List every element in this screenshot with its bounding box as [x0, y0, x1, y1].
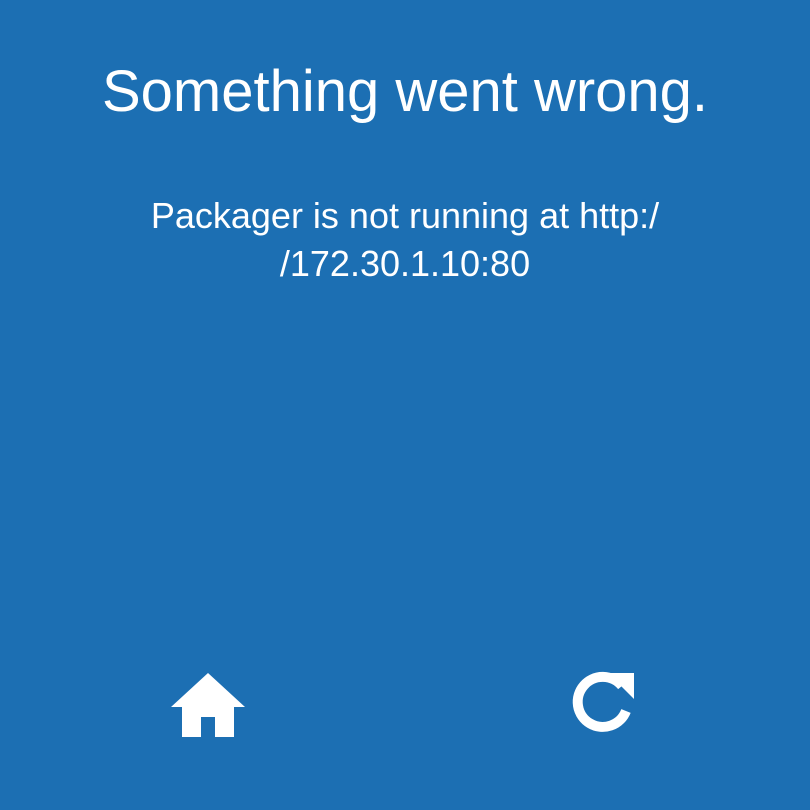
error-message-line-2: /172.30.1.10:80 — [279, 243, 531, 284]
error-message: Packager is not running at http:/ /172.3… — [95, 192, 715, 288]
reload-icon — [565, 668, 639, 742]
error-message-line-1: Packager is not running at http:/ — [150, 195, 660, 236]
error-screen: Something went wrong. Packager is not ru… — [0, 0, 810, 810]
home-button[interactable] — [163, 660, 253, 750]
error-title: Something went wrong. — [101, 59, 709, 124]
home-icon — [168, 669, 248, 741]
reload-button[interactable] — [557, 660, 647, 750]
